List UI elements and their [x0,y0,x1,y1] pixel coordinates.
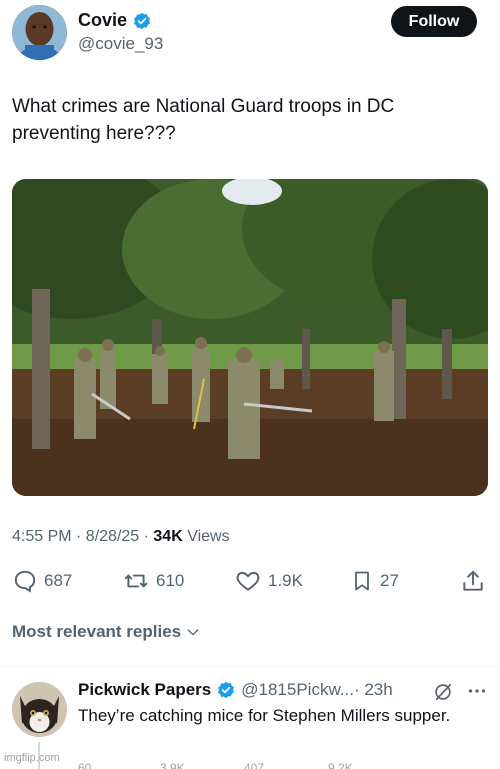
like-count: 1.9K [268,571,303,590]
reply-author-handle[interactable]: @1815Pickw... [241,680,354,700]
tweet-actions: 687 610 1.9K 27 [12,566,488,596]
bookmark-icon [355,571,369,591]
heart-icon [236,571,260,591]
reply-button[interactable]: 687 [12,566,72,596]
views-label: Views [182,528,230,545]
repost-icon [124,574,148,588]
replies-sort-label: Most relevant replies [12,622,182,641]
like-button[interactable]: 1.9K [234,566,303,596]
repost-button[interactable]: 610 [122,566,184,596]
reply-repost-count[interactable]: 3.9K [160,761,185,769]
reply-header: Pickwick Papers @1815Pickw... · 23h [78,680,393,700]
bookmark-count: 27 [380,571,399,590]
reply-actions: 60 3.9K 407 9.2K [78,761,488,769]
repost-count: 610 [156,571,185,590]
reply-views-count[interactable]: 9.2K [328,761,353,769]
share-button[interactable] [460,566,492,596]
chevron-down-icon [187,629,199,636]
tweet-text: What crimes are National Guard troops in… [12,96,395,144]
reply-count: 687 [44,571,73,590]
reply-icon [14,570,36,593]
author-display-name[interactable]: Covie [78,10,127,31]
views-count: 34K [153,528,183,545]
reply-text: They’re catching mice for Stephen Miller… [78,706,451,725]
divider [0,666,500,667]
follow-button[interactable]: Follow [391,6,477,37]
replies-sort-dropdown[interactable]: Most relevant replies [12,622,201,642]
reply-author-avatar[interactable] [12,682,67,737]
share-icon [463,570,483,591]
tweet-meta: 4:55 PM · 8/28/25 · 34K Views [12,528,230,546]
more-options-icon[interactable] [466,682,488,700]
verified-badge-icon [217,681,235,699]
grok-icon[interactable] [432,681,454,703]
author-name-row: Covie [78,10,151,31]
verified-badge-icon [133,12,151,30]
tweet-timestamp[interactable]: 4:55 PM · 8/28/25 · [12,528,153,545]
bookmark-button[interactable]: 27 [350,566,399,596]
reply-like-count[interactable]: 407 [244,761,264,769]
reply-reply-count[interactable]: 60 [78,761,91,769]
author-handle[interactable]: @covie_93 [78,34,163,54]
reply-timestamp[interactable]: · 23h [354,680,393,700]
tweet-media-photo[interactable] [12,179,488,496]
reply-author-name[interactable]: Pickwick Papers [78,680,211,700]
imgflip-watermark: imgflip.com [4,752,60,764]
author-avatar[interactable] [12,5,67,60]
